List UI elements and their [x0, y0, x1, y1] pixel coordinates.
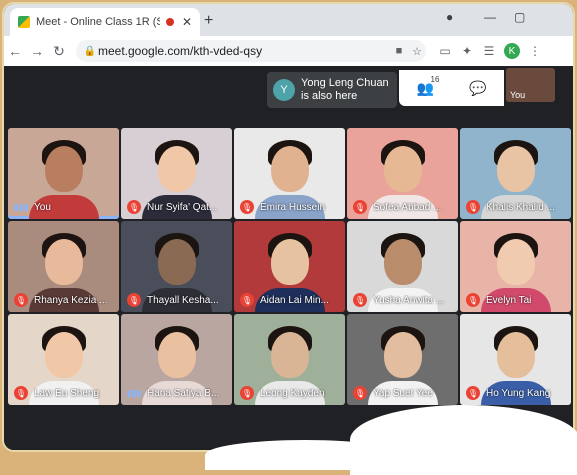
media-indicator-icon[interactable]: ● [446, 10, 453, 24]
participant-name: Ho Yung Kang [486, 388, 551, 399]
participant-name: Evelyn Tai [486, 295, 532, 306]
chat-icon: 💬 [469, 79, 487, 96]
participant-face [383, 332, 422, 378]
mic-muted-icon: 🎙 [240, 386, 254, 400]
participant-face [157, 239, 196, 285]
recording-indicator-icon [166, 18, 174, 26]
participant-tile[interactable]: 🎙 Yap Suet Yee [347, 314, 458, 405]
participant-tile[interactable]: 🎙 Evelyn Tai [460, 221, 571, 312]
participant-face [383, 239, 422, 285]
meet-logo-icon [18, 16, 30, 28]
participant-tile[interactable]: 🎙 Sofea Abbad ... [347, 128, 458, 219]
participant-face [270, 332, 309, 378]
reload-icon[interactable]: ↻ [48, 43, 70, 60]
self-view-label: You [510, 90, 526, 100]
participant-tile[interactable]: 🎙 Khalis Khalid ... [460, 128, 571, 219]
people-button[interactable]: 👥 16 [417, 75, 440, 97]
participant-face [44, 146, 83, 192]
forward-icon[interactable]: → [26, 43, 48, 59]
mic-muted-icon: 🎙 [466, 200, 480, 214]
participant-face [270, 146, 309, 192]
participant-face [157, 146, 196, 192]
participant-tile[interactable]: 🎙 Emira Hussein [234, 128, 345, 219]
mic-muted-icon: 🎙 [353, 200, 367, 214]
profile-avatar[interactable]: K [504, 43, 520, 59]
participant-tile[interactable]: 🎙 Yusha Anwita ... [347, 221, 458, 312]
participant-face [44, 239, 83, 285]
reading-list-icon[interactable]: ☰ [478, 44, 500, 58]
participant-name: Yap Suet Yee [373, 388, 433, 399]
participant-name: Leong Kayden [260, 388, 325, 399]
mic-muted-icon: 🎙 [14, 293, 28, 307]
participant-name: Hana Safiya B... [147, 388, 220, 399]
participant-name: Nur Syifa' Qat... [147, 202, 218, 213]
mic-muted-icon: 🎙 [14, 386, 28, 400]
self-view-thumbnail[interactable]: You [506, 68, 555, 102]
mic-muted-icon: 🎙 [240, 200, 254, 214]
participant-face [496, 332, 535, 378]
mic-muted-icon: 🎙 [353, 386, 367, 400]
lock-icon[interactable]: 🔒 [82, 46, 98, 57]
new-tab-button[interactable]: + [204, 12, 213, 30]
participant-name: Yusha Anwita ... [373, 295, 445, 306]
mic-muted-icon: 🎙 [127, 200, 141, 214]
back-icon[interactable]: ← [4, 43, 26, 59]
participant-tile[interactable]: 🎙 Aidan Lai Min... [234, 221, 345, 312]
camera-icon[interactable]: ■ [390, 45, 408, 57]
meet-area: Y Yong Leng Chuan is also here 👥 16 💬 Yo… [4, 66, 573, 450]
participant-name: You [34, 202, 51, 213]
participant-tile[interactable]: 🎙 Ho Yung Kang [460, 314, 571, 405]
url-text: meet.google.com/kth-vded-qsy [98, 44, 263, 58]
participant-face [496, 146, 535, 192]
extensions-icon[interactable]: ✦ [456, 44, 478, 58]
tab-meet[interactable]: Meet - Online Class 1R (SRR ✕ [10, 8, 200, 36]
speech-bubble-decoration-small [205, 440, 405, 470]
chat-button[interactable]: 💬 [469, 80, 486, 97]
people-count: 16 [430, 74, 440, 84]
bookmark-star-icon[interactable]: ☆ [408, 45, 426, 58]
participant-tile[interactable]: 🎙 Law Eu Sheng [8, 314, 119, 405]
mic-active-icon: ▮▮▮ [13, 201, 29, 212]
minimize-icon[interactable]: — [484, 10, 496, 24]
notification-avatar: Y [273, 79, 295, 101]
address-bar[interactable]: 🔒 meet.google.com/kth-vded-qsy ■ ☆ [76, 40, 426, 62]
mic-muted-icon: 🎙 [466, 386, 480, 400]
participant-name: Law Eu Sheng [34, 388, 100, 399]
participant-face [383, 146, 422, 192]
mic-muted-icon: 🎙 [240, 293, 254, 307]
browser-window: Meet - Online Class 1R (SRR ✕ + ● — ▢ ← … [4, 4, 573, 450]
participant-name: Sofea Abbad ... [373, 202, 442, 213]
notification-text: Yong Leng Chuan is also here [301, 77, 389, 103]
participant-tile[interactable]: 🎙 Rhanya Kezia ... [8, 221, 119, 312]
participant-name: Emira Hussein [260, 202, 326, 213]
participant-name: Thayall Kesha... [147, 295, 219, 306]
tab-strip: Meet - Online Class 1R (SRR ✕ + ● — ▢ [4, 4, 573, 36]
participant-face [157, 332, 196, 378]
mic-muted-icon: 🎙 [127, 293, 141, 307]
participant-tile[interactable]: 🎙 Nur Syifa' Qat... [121, 128, 232, 219]
participant-tile[interactable]: 🎙 Thayall Kesha... [121, 221, 232, 312]
participant-face [270, 239, 309, 285]
menu-icon[interactable]: ⋮ [524, 44, 546, 58]
address-toolbar: ← → ↻ 🔒 meet.google.com/kth-vded-qsy ■ ☆… [4, 36, 573, 67]
participant-name: Khalis Khalid ... [486, 202, 555, 213]
cast-icon[interactable]: ▭ [434, 44, 456, 58]
participant-name: Rhanya Kezia ... [34, 295, 108, 306]
participant-face [44, 332, 83, 378]
tab-close-button[interactable]: ✕ [180, 15, 194, 29]
tab-title: Meet - Online Class 1R (SRR [36, 16, 160, 28]
maximize-icon[interactable]: ▢ [514, 10, 525, 24]
join-notification: Y Yong Leng Chuan is also here [267, 72, 397, 108]
mic-muted-icon: 🎙 [466, 293, 480, 307]
participant-tile[interactable]: ▮▮▮ You [8, 128, 119, 219]
participant-face [496, 239, 535, 285]
participant-tile[interactable]: 🎙 Leong Kayden [234, 314, 345, 405]
notification-message: is also here [301, 90, 358, 102]
participant-name: Aidan Lai Min... [260, 295, 329, 306]
participant-tile[interactable]: ▮▮▮ Hana Safiya B... [121, 314, 232, 405]
mic-active-icon: ▮▮▮ [126, 387, 142, 398]
mic-muted-icon: 🎙 [353, 293, 367, 307]
meeting-controls: 👥 16 💬 [399, 70, 504, 106]
notification-name: Yong Leng Chuan [301, 77, 389, 89]
